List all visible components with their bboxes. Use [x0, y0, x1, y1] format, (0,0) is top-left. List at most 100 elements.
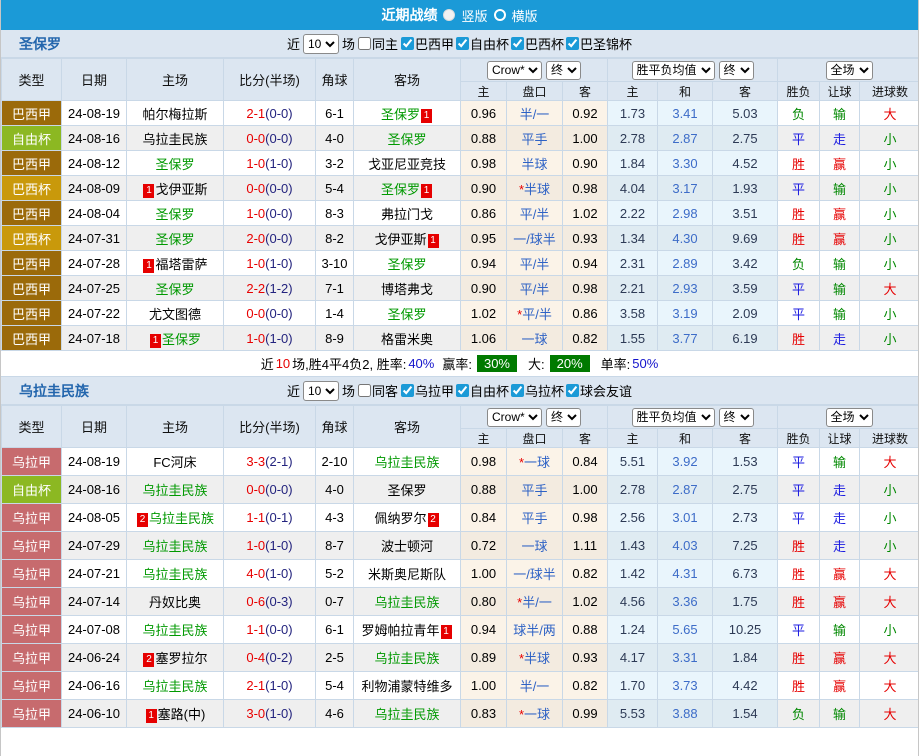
- handicap-cell: 一/球半: [507, 560, 563, 588]
- avg-type-select[interactable]: 胜平负均值: [632, 408, 715, 427]
- avg-home-cell: 1.55: [608, 326, 658, 351]
- result-group-header: 全场: [778, 406, 919, 429]
- avg-draw-cell: 2.98: [658, 201, 713, 226]
- match-date-cell: 24-08-19: [62, 101, 127, 126]
- outcome-cell: 平: [778, 176, 820, 201]
- halftime-score: (0-2): [265, 650, 292, 665]
- avg-period-select[interactable]: 终: [719, 408, 754, 427]
- league-filter[interactable]: 球会友谊: [566, 381, 632, 400]
- single-rate-label: 单率:: [601, 354, 631, 373]
- league-filter[interactable]: 巴圣锦杯: [566, 34, 632, 53]
- team-name-heading: 乌拉圭民族: [19, 381, 89, 401]
- league-filter[interactable]: 乌拉甲: [401, 381, 454, 400]
- col-avg-home: 主: [608, 429, 658, 448]
- recent-results-panel: 近期战绩 竖版 横版 圣保罗 近 10 场 同主 巴西甲自由杯巴西杯巴圣锦杯 类…: [0, 0, 919, 756]
- home-team-cell: 1塞路(中): [127, 700, 224, 728]
- over-badge: 20%: [550, 355, 590, 372]
- avg-draw-cell: 3.77: [658, 326, 713, 351]
- league-filter-label: 巴西杯: [525, 34, 564, 53]
- handicap-cell: *半/一: [507, 588, 563, 616]
- goals-result-cell: 小: [860, 616, 919, 644]
- match-row: 乌拉甲24-07-29乌拉圭民族1-0(1-0)8-7波士顿河0.72一球1.1…: [2, 532, 919, 560]
- same-venue-checkbox[interactable]: [358, 384, 371, 397]
- league-filter-checkbox[interactable]: [511, 384, 524, 397]
- team-name: 米斯奥尼斯队: [368, 567, 446, 582]
- home-team-cell: 圣保罗: [127, 226, 224, 251]
- outcome-cell: 胜: [778, 226, 820, 251]
- league-type-cell: 乌拉甲: [2, 700, 62, 728]
- col-handicap-result: 让球: [820, 429, 860, 448]
- handicap-result-cell: 走: [820, 476, 860, 504]
- fulltime-score: 2-1: [246, 678, 265, 693]
- home-odds-cell: 0.94: [461, 251, 507, 276]
- away-odds-cell: 0.98: [563, 276, 608, 301]
- handicap-result-cell: 赢: [820, 644, 860, 672]
- horizontal-layout-radio[interactable]: [494, 9, 506, 21]
- away-team-cell: 圣保罗1: [354, 101, 461, 126]
- league-filter-checkbox[interactable]: [456, 37, 469, 50]
- match-date-cell: 24-07-25: [62, 276, 127, 301]
- avg-home-cell: 2.56: [608, 504, 658, 532]
- league-type-cell: 乌拉甲: [2, 644, 62, 672]
- match-count-select[interactable]: 10: [303, 34, 339, 54]
- avg-away-cell: 2.73: [713, 504, 778, 532]
- league-filter-checkbox[interactable]: [566, 384, 579, 397]
- league-filter[interactable]: 巴西甲: [401, 34, 454, 53]
- team-name: 乌拉圭民族: [142, 483, 207, 498]
- col-odds-away: 客: [563, 429, 608, 448]
- goals-result-cell: 小: [860, 532, 919, 560]
- odds-company-select[interactable]: Crow*: [487, 61, 542, 80]
- match-row: 巴西甲24-08-04圣保罗1-0(0-0)8-3弗拉门戈0.86平/半1.02…: [2, 201, 919, 226]
- halftime-score: (1-2): [265, 281, 292, 296]
- avg-home-cell: 1.84: [608, 151, 658, 176]
- league-filter[interactable]: 自由杯: [456, 381, 509, 400]
- same-venue-filter[interactable]: 同主: [358, 34, 398, 53]
- outcome-cell: 胜: [778, 326, 820, 351]
- home-team-cell: 帕尔梅拉斯: [127, 101, 224, 126]
- match-count-select[interactable]: 10: [303, 381, 339, 401]
- home-odds-cell: 0.90: [461, 276, 507, 301]
- match-date-cell: 24-08-04: [62, 201, 127, 226]
- league-filter-label: 球会友谊: [580, 381, 632, 400]
- handicap-cell: *平/半: [507, 301, 563, 326]
- same-venue-filter[interactable]: 同客: [358, 381, 398, 400]
- match-row: 巴西甲24-08-19帕尔梅拉斯2-1(0-0)6-1圣保罗10.96半/一0.…: [2, 101, 919, 126]
- match-date-cell: 24-08-19: [62, 448, 127, 476]
- vertical-layout-radio[interactable]: [443, 9, 455, 21]
- league-filter[interactable]: 乌拉杯: [511, 381, 564, 400]
- avg-type-select[interactable]: 胜平负均值: [632, 61, 715, 80]
- same-venue-checkbox[interactable]: [358, 37, 371, 50]
- scope-select[interactable]: 全场: [826, 61, 873, 80]
- league-filter-checkbox[interactable]: [401, 384, 414, 397]
- league-type-cell: 巴西杯: [2, 176, 62, 201]
- avg-away-cell: 4.52: [713, 151, 778, 176]
- goals-result-cell: 大: [860, 560, 919, 588]
- odds-company-select[interactable]: Crow*: [487, 408, 542, 427]
- outcome-cell: 胜: [778, 151, 820, 176]
- league-filter-checkbox[interactable]: [401, 37, 414, 50]
- single-rate-value: 50%: [632, 356, 658, 371]
- corner-cell: 6-1: [316, 101, 354, 126]
- league-filter-checkbox[interactable]: [511, 37, 524, 50]
- fulltime-score: 0-6: [246, 594, 265, 609]
- win-rate-value: 40%: [408, 356, 434, 371]
- games-label: 场: [342, 34, 355, 53]
- scope-select[interactable]: 全场: [826, 408, 873, 427]
- col-odds-home: 主: [461, 429, 507, 448]
- league-filter-checkbox[interactable]: [456, 384, 469, 397]
- home-odds-cell: 0.94: [461, 616, 507, 644]
- avg-draw-cell: 4.03: [658, 532, 713, 560]
- odds-period-select[interactable]: 终: [546, 61, 581, 80]
- league-filter-checkbox[interactable]: [566, 37, 579, 50]
- team-name: 圣保罗: [387, 307, 426, 322]
- league-filter[interactable]: 自由杯: [456, 34, 509, 53]
- handicap-result-cell: 走: [820, 326, 860, 351]
- home-team-cell: 乌拉圭民族: [127, 126, 224, 151]
- goals-result-cell: 大: [860, 588, 919, 616]
- goals-result-cell: 小: [860, 176, 919, 201]
- odds-period-select[interactable]: 终: [546, 408, 581, 427]
- league-filter[interactable]: 巴西杯: [511, 34, 564, 53]
- avg-away-cell: 1.93: [713, 176, 778, 201]
- away-odds-cell: 0.82: [563, 326, 608, 351]
- avg-period-select[interactable]: 终: [719, 61, 754, 80]
